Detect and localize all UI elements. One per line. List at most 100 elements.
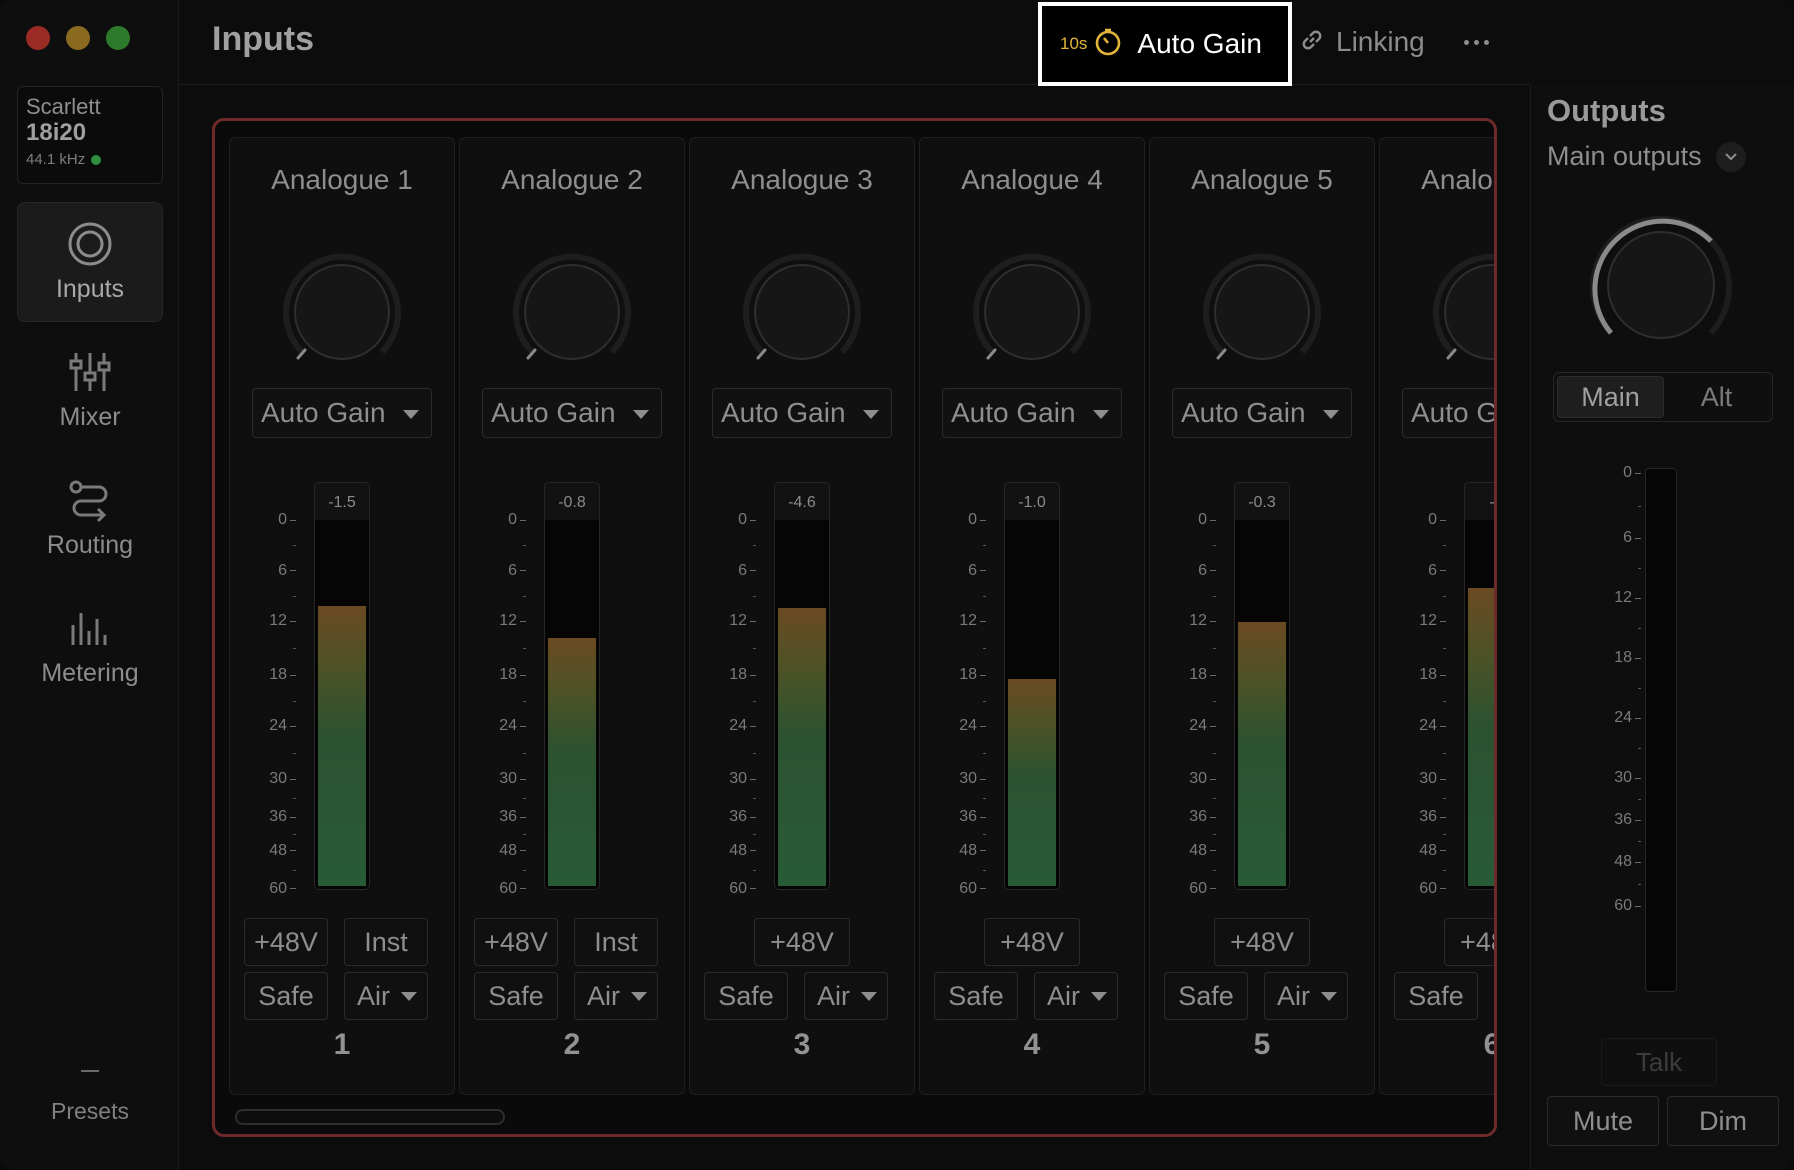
level-meter-fill	[318, 606, 366, 886]
scale-tick: 24	[729, 717, 756, 735]
more-options-button[interactable]	[1456, 22, 1496, 62]
scale-minor-tick	[753, 833, 756, 835]
gain-mode-dropdown[interactable]: Auto Gain	[712, 388, 892, 438]
safe-button[interactable]: Safe	[244, 972, 328, 1020]
caret-down-icon	[1323, 410, 1339, 419]
gain-knob[interactable]	[968, 248, 1096, 376]
scale-minor-tick	[523, 648, 526, 649]
air-dropdown[interactable]: Air	[1264, 972, 1348, 1020]
scale-minor-tick	[753, 648, 756, 649]
nav-item-mixer[interactable]: Mixer	[17, 330, 163, 450]
scale-minor-tick	[1213, 595, 1216, 597]
output-scale-tick: 0	[1623, 464, 1641, 482]
scale-tick: 6	[968, 562, 986, 580]
safe-button[interactable]: Safe	[474, 972, 558, 1020]
scale-tick: 48	[1189, 842, 1216, 860]
phantom-power-button[interactable]: +48V	[244, 918, 328, 966]
monitor-tab-alt[interactable]: Alt	[1664, 376, 1769, 418]
gain-mode-dropdown[interactable]: Auto Gain	[1172, 388, 1352, 438]
gain-knob[interactable]	[1428, 248, 1494, 376]
close-window-button[interactable]	[26, 26, 50, 50]
output-scale-minor-tick	[1638, 568, 1641, 569]
link-icon	[1298, 26, 1326, 59]
air-dropdown[interactable]: Air	[1034, 972, 1118, 1020]
monitor-tab-main[interactable]: Main	[1557, 376, 1664, 418]
scale-minor-tick	[293, 752, 296, 754]
timer-icon	[1093, 27, 1123, 62]
channel-name: Analogue 2	[501, 164, 643, 195]
minimize-window-button[interactable]	[66, 26, 90, 50]
auto-gain-button[interactable]: 10s Auto Gain	[1038, 2, 1292, 86]
scale-minor-tick	[753, 752, 756, 754]
talk-button[interactable]: Talk	[1601, 1038, 1717, 1086]
caret-down-icon	[401, 992, 417, 1001]
scale-tick: 0	[738, 511, 756, 529]
monitor-switch: Main Alt	[1553, 372, 1773, 422]
output-scale-tick: 48	[1614, 853, 1641, 871]
scale-minor-tick	[523, 833, 526, 835]
dim-button[interactable]: Dim	[1667, 1096, 1779, 1146]
mute-button[interactable]: Mute	[1547, 1096, 1659, 1146]
safe-button[interactable]: Safe	[704, 972, 788, 1020]
air-dropdown[interactable]: Air	[574, 972, 658, 1020]
gain-knob[interactable]	[508, 248, 636, 376]
scale-tick: 12	[269, 612, 296, 630]
nav-item-routing[interactable]: Routing	[17, 458, 163, 578]
output-volume-knob[interactable]	[1581, 205, 1741, 365]
phantom-power-button[interactable]: +48V	[1214, 918, 1310, 966]
gain-knob[interactable]	[738, 248, 866, 376]
phantom-power-button[interactable]: +48V	[474, 918, 558, 966]
scale-tick: 0	[278, 511, 296, 529]
inst-button[interactable]: Inst	[574, 918, 658, 966]
scale-tick: 48	[269, 842, 296, 860]
air-dropdown[interactable]: Air	[804, 972, 888, 1020]
level-scale: 0 6 12 18 24 30 36 48 60	[1406, 511, 1446, 897]
level-scale: 0 6 12 18 24 30 36 48 60	[1176, 511, 1216, 897]
scale-minor-tick	[523, 595, 526, 597]
channel-strip-3: Analogue 3 Auto Gain 0 6 12 18 24 30 36 48 60 -4.…	[689, 137, 915, 1095]
gain-mode-dropdown[interactable]: Auto Gain	[942, 388, 1122, 438]
scale-minor-tick	[523, 869, 526, 871]
scale-tick: 18	[729, 666, 756, 684]
zoom-window-button[interactable]	[106, 26, 130, 50]
scale-tick: 12	[959, 612, 986, 630]
horizontal-scrollbar[interactable]	[235, 1109, 505, 1125]
output-scale-minor-tick	[1638, 688, 1641, 689]
scale-minor-tick	[1213, 700, 1216, 702]
gain-mode-dropdown[interactable]: Auto Gain	[1402, 388, 1494, 438]
phantom-power-button[interactable]: +48V	[1444, 918, 1494, 966]
gain-mode-dropdown[interactable]: Auto Gain	[482, 388, 662, 438]
level-scale: 0 6 12 18 24 30 36 48 60	[716, 511, 756, 897]
phantom-power-button[interactable]: +48V	[754, 918, 850, 966]
nav-item-metering[interactable]: Metering	[17, 586, 163, 706]
gain-mode-dropdown[interactable]: Auto Gain	[252, 388, 432, 438]
gain-knob[interactable]	[278, 248, 406, 376]
gain-knob[interactable]	[1198, 248, 1326, 376]
inst-button[interactable]: Inst	[344, 918, 428, 966]
air-label: Air	[587, 980, 620, 1011]
phantom-power-button[interactable]: +48V	[984, 918, 1080, 966]
scale-tick: 30	[269, 770, 296, 788]
more-dot-icon	[1463, 39, 1469, 45]
safe-button[interactable]: Safe	[1164, 972, 1248, 1020]
level-meter	[544, 520, 600, 890]
status-dot-icon	[91, 154, 102, 165]
scale-tick: 24	[1189, 717, 1216, 735]
scale-tick: 18	[1189, 666, 1216, 684]
scale-minor-tick	[1443, 545, 1446, 547]
channel-strip-2: Analogue 2 Auto Gain 0 6 12 18 24 30 36 48 60 -0.…	[459, 137, 685, 1095]
presets-button[interactable]: Presets	[17, 1070, 163, 1125]
peak-readout: -	[1464, 482, 1494, 522]
safe-button[interactable]: Safe	[934, 972, 1018, 1020]
linking-button[interactable]: Linking	[1298, 22, 1425, 62]
nav-item-inputs[interactable]: Inputs	[17, 202, 163, 322]
app-window: Scarlett 18i20 44.1 kHz Inputs Mixer Rou…	[0, 0, 1794, 1170]
scale-minor-tick	[293, 545, 296, 547]
auto-gain-timer: 10s	[1060, 34, 1088, 53]
scale-minor-tick	[1443, 752, 1446, 754]
channel-number: 6	[1380, 1028, 1494, 1062]
air-dropdown[interactable]: Air	[344, 972, 428, 1020]
device-card[interactable]: Scarlett 18i20 44.1 kHz	[17, 86, 163, 184]
output-selector[interactable]: Main outputs	[1547, 141, 1746, 172]
safe-button[interactable]: Safe	[1394, 972, 1478, 1020]
